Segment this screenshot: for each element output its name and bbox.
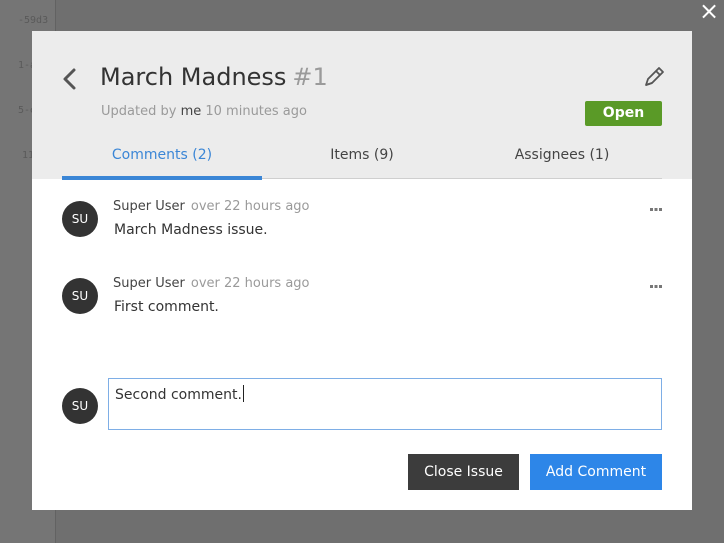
comment-author: Super User	[113, 276, 185, 291]
status-badge: Open	[585, 101, 662, 126]
comment-header: Super User over 22 hours ago	[113, 199, 310, 214]
comment-time: over 22 hours ago	[190, 276, 310, 291]
page-title: March Madness #1	[100, 63, 328, 91]
updated-prefix: Updated by	[101, 104, 177, 119]
add-comment-button[interactable]: Add Comment	[530, 454, 662, 490]
issue-number: #1	[292, 63, 328, 91]
text-caret	[242, 385, 244, 402]
issue-modal: March Madness #1 Updated by me 10 minutes…	[32, 31, 692, 510]
back-arrow-icon[interactable]	[60, 65, 80, 93]
updated-by-user: me	[180, 104, 202, 119]
composer-avatar: SU	[62, 388, 98, 424]
comment-input[interactable]: Second comment.	[108, 378, 662, 430]
comment-header: Super User over 22 hours ago	[113, 276, 310, 291]
updated-info: Updated by me 10 minutes ago	[101, 104, 307, 119]
comment-time: over 22 hours ago	[190, 199, 310, 214]
comment-author: Super User	[113, 199, 185, 214]
updated-time: 10 minutes ago	[205, 104, 307, 119]
comment-text: March Madness issue.	[114, 222, 268, 238]
tab-comments[interactable]: Comments (2)	[62, 140, 262, 180]
tab-items[interactable]: Items (9)	[262, 140, 462, 179]
comment-input-value: Second comment.	[115, 387, 242, 403]
issue-title: March Madness	[100, 63, 287, 91]
modal-header: March Madness #1 Updated by me 10 minutes…	[32, 31, 692, 180]
avatar: SU	[62, 278, 98, 314]
close-issue-button[interactable]: Close Issue	[408, 454, 519, 490]
tab-assignees[interactable]: Assignees (1)	[462, 140, 662, 179]
comment-text: First comment.	[114, 299, 219, 315]
more-options-icon[interactable]	[649, 202, 663, 212]
avatar: SU	[62, 201, 98, 237]
more-options-icon[interactable]	[649, 279, 663, 289]
edit-pencil-icon[interactable]	[642, 65, 666, 89]
close-modal-icon[interactable]: ×	[698, 0, 720, 23]
tab-bar: Comments (2) Items (9) Assignees (1)	[62, 140, 662, 180]
background-text-fragment: -59d3	[18, 15, 49, 26]
